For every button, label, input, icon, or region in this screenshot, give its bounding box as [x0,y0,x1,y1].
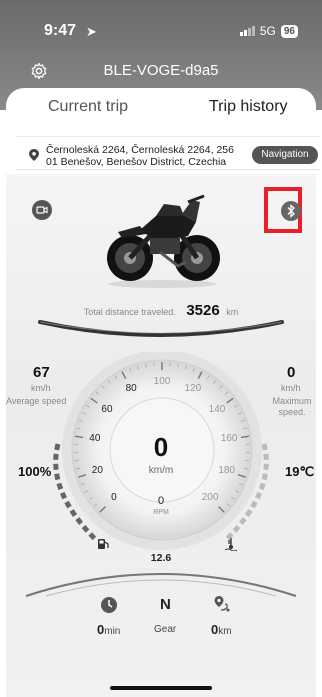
fuel-icon [98,539,109,549]
total-distance-unit: km [226,307,239,317]
maximum-speed-unit: km/h [281,383,301,393]
network-type: 5G [259,24,276,38]
motorcycle-image [107,194,220,288]
side-gauges [53,443,269,542]
status-bar: 9:47 ➤ 5G 96 [0,22,322,42]
home-indicator [110,686,212,690]
location-pin-icon [29,149,39,161]
tab-current-trip[interactable]: Current trip [48,98,128,116]
speed-tick-label: 60 [101,404,113,416]
top-arc [38,320,284,337]
coolant-icon [224,538,238,551]
temperature-value: 19℃ [285,464,315,479]
trip-time-unit: min [104,626,121,637]
total-distance-label: Total distance traveled. [83,307,176,317]
speed-tick-label: 120 [184,383,202,395]
total-distance: Total distance traveled. 3526 km [0,302,322,319]
camera-icon[interactable] [32,200,52,220]
tab-bar: Current trip Trip history [6,96,316,138]
bluetooth-icon[interactable] [281,201,301,221]
battery-badge: 96 [280,24,298,38]
gear-label: Gear [154,624,177,635]
gear-value: N [160,596,171,613]
route-pin-icon [214,596,230,612]
maximum-speed-label: Maximum speed. [272,396,312,417]
status-right: 5G 96 [239,24,298,38]
device-title: BLE-VOGE-d9a5 [103,62,219,79]
clock-icon [101,597,117,613]
average-speed-unit: km/h [31,383,51,393]
trip-distance-unit: km [218,626,232,637]
tab-trip-history[interactable]: Trip history [209,98,288,116]
total-distance-value: 3526 [186,302,220,319]
location-bar: Černoleská 2264, Černoleská 2264, 256 01… [16,136,320,170]
location-arrow-icon: ➤ [86,24,97,39]
trip-distance: 0km [211,622,232,637]
speed-tick-label: 140 [208,404,226,416]
signal-icon [239,26,255,36]
speed-tick-label: 80 [125,383,137,395]
maximum-speed-value: 0 [287,364,296,381]
status-time: 9:47 [44,22,77,39]
navigation-button[interactable]: Navigation [252,146,318,164]
trip-time: 0min [97,622,120,637]
average-speed-value: 67 [33,364,50,381]
speed-tick-label: 100 [153,376,171,387]
average-speed-label: Average speed [6,396,67,406]
location-address: Černoleská 2264, Černoleská 2264, 256 01… [46,144,234,168]
